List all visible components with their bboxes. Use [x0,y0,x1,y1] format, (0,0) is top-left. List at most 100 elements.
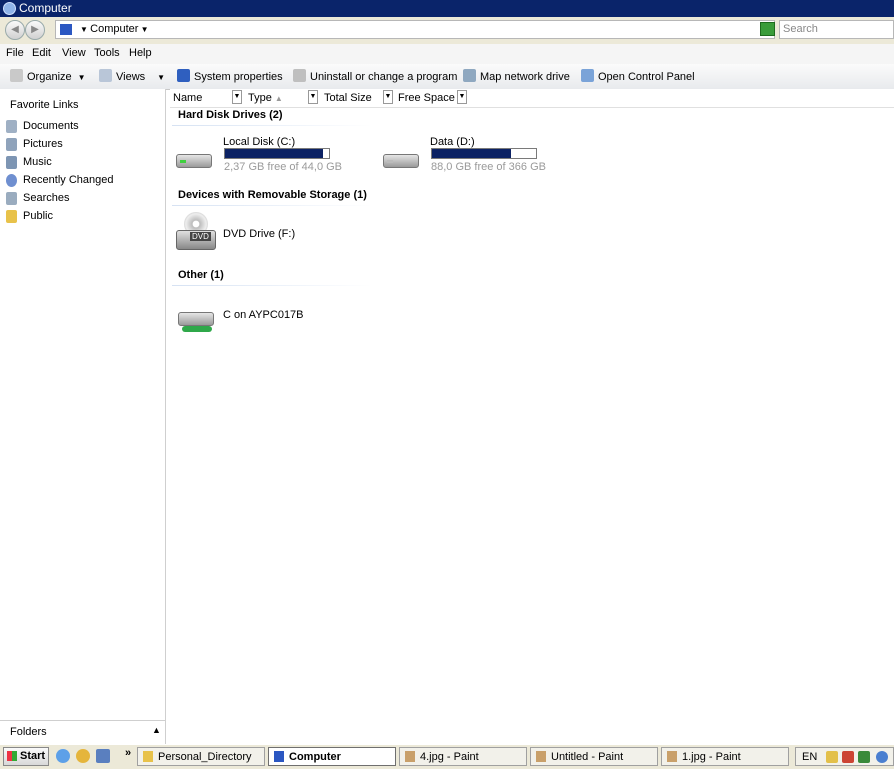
dvd-drive-icon: DVD [176,212,216,254]
group-header-hard-disks[interactable]: Hard Disk Drives (2) [178,109,283,121]
column-free-space-filter-icon[interactable]: ▼ [457,90,467,104]
column-name[interactable]: Name [173,92,202,104]
drive-usage-bar [431,148,537,159]
computer-icon [3,2,16,15]
views-button[interactable]: Views ▼ [99,69,165,83]
taskbar-button-label: 1.jpg - Paint [682,751,741,763]
map-network-drive-button[interactable]: Map network drive [463,69,570,83]
back-button[interactable]: ◀ [5,20,25,40]
column-total-size-filter-icon[interactable]: ▼ [383,90,393,104]
tray-app-icon[interactable] [842,751,854,763]
column-type-filter-icon[interactable]: ▼ [308,90,318,104]
open-control-panel-button[interactable]: Open Control Panel [581,69,695,83]
searches-icon [6,192,17,205]
address-location[interactable]: ▼ Computer ▼ [80,23,149,35]
forward-button[interactable]: ▶ [25,20,45,40]
menu-file[interactable]: File [6,47,24,59]
command-bar: Organize ▼ Views ▼ System properties Unins… [0,64,894,90]
taskbar-button-label: Untitled - Paint [551,751,624,763]
menu-tools[interactable]: Tools [94,47,120,59]
menu-view[interactable]: View [62,47,86,59]
folders-label: Folders [10,726,47,738]
drive-item-c[interactable]: Local Disk (C:) 2,37 GB free of 44,0 GB [174,134,344,174]
network-location-label[interactable]: C on AYPC017B [223,309,304,321]
sidebar-item-label: Recently Changed [23,174,114,186]
group-divider [172,205,372,206]
paint-icon [667,751,677,762]
system-properties-icon [177,69,190,82]
computer-icon [274,751,284,762]
column-header-row: Name ▼ Type ▲ ▼ Total Size ▼ Free Space … [170,89,894,108]
tray-shield-icon[interactable] [826,751,838,763]
uninstall-program-button[interactable]: Uninstall or change a program [293,69,457,83]
quick-launch-app-icon[interactable] [96,749,110,763]
drive-item-d[interactable]: Data (D:) 88,0 GB free of 366 GB [381,134,551,174]
taskbar-button-4jpg-paint[interactable]: 4.jpg - Paint [399,747,527,766]
sidebar-item-label: Documents [23,120,79,132]
hard-drive-icon [174,148,214,170]
paint-icon [536,751,546,762]
drive-free-space: 2,37 GB free of 44,0 GB [224,161,343,173]
drive-label: Data (D:) [430,136,475,148]
taskbar-button-1jpg-paint[interactable]: 1.jpg - Paint [661,747,789,766]
system-tray: EN [795,747,894,766]
start-button[interactable]: Start [3,747,49,766]
language-indicator[interactable]: EN [802,751,817,763]
menu-help[interactable]: Help [129,47,152,59]
quick-launch-overflow[interactable]: » [125,747,131,759]
folder-icon [143,751,153,762]
group-header-removable[interactable]: Devices with Removable Storage (1) [178,189,367,201]
organize-button[interactable]: Organize ▼ [10,69,86,83]
documents-icon [6,120,17,133]
tray-info-icon[interactable] [876,751,888,763]
menu-edit[interactable]: Edit [32,47,51,59]
refresh-button[interactable] [760,22,775,36]
sidebar-item-label: Music [23,156,52,168]
dvd-drive-label[interactable]: DVD Drive (F:) [223,228,295,240]
column-total-size[interactable]: Total Size [324,92,372,104]
internet-explorer-icon[interactable] [56,749,70,763]
windows-logo-icon [7,751,17,761]
drive-label: Local Disk (C:) [223,136,296,148]
computer-location-icon [60,24,72,35]
title-bar: Computer [0,0,894,17]
public-folder-icon [6,210,17,223]
group-divider [172,125,372,126]
control-panel-icon [581,69,594,82]
favorite-links-header: Favorite Links [10,99,79,111]
window-title: Computer [19,1,72,15]
uninstall-icon [293,69,306,82]
address-bar[interactable]: ▼ Computer ▼ ▼ [55,20,775,39]
taskbar-button-personal-directory[interactable]: Personal_Directory [137,747,265,766]
search-input[interactable]: Search [779,20,894,39]
navigation-pane: Favorite Links Documents Pictures Music … [0,89,166,744]
taskbar-button-label: Personal_Directory [158,751,252,763]
music-icon [6,156,17,169]
hard-drive-icon [381,148,421,170]
views-icon [99,69,112,82]
chevron-up-icon: ▲ [152,725,161,735]
address-bar-row: ◀ ▶ ▼ Computer ▼ ▼ Search [0,17,894,45]
taskbar-button-untitled-paint[interactable]: Untitled - Paint [530,747,658,766]
group-header-other[interactable]: Other (1) [178,269,224,281]
column-type[interactable]: Type ▲ [248,92,283,104]
tray-network-icon[interactable] [858,751,870,763]
taskbar-button-label: 4.jpg - Paint [420,751,479,763]
start-label: Start [20,750,46,762]
sidebar-item-label: Public [23,210,53,222]
organize-icon [10,69,23,82]
drive-free-space: 88,0 GB free of 366 GB [431,161,546,173]
drive-usage-bar [224,148,330,159]
column-free-space[interactable]: Free Space [398,92,455,104]
dvd-badge: DVD [190,232,211,241]
network-drive-icon [176,306,216,332]
network-drive-icon [463,69,476,82]
column-name-filter-icon[interactable]: ▼ [232,90,242,104]
recent-icon [6,174,17,187]
quick-launch-folder-icon[interactable] [76,749,90,763]
folders-toggle[interactable]: Folders ▲ [0,720,165,745]
taskbar-button-computer[interactable]: Computer [268,747,396,766]
sidebar-item-label: Searches [23,192,70,204]
system-properties-button[interactable]: System properties [177,69,283,83]
menu-bar: File Edit View Tools Help [0,44,894,65]
